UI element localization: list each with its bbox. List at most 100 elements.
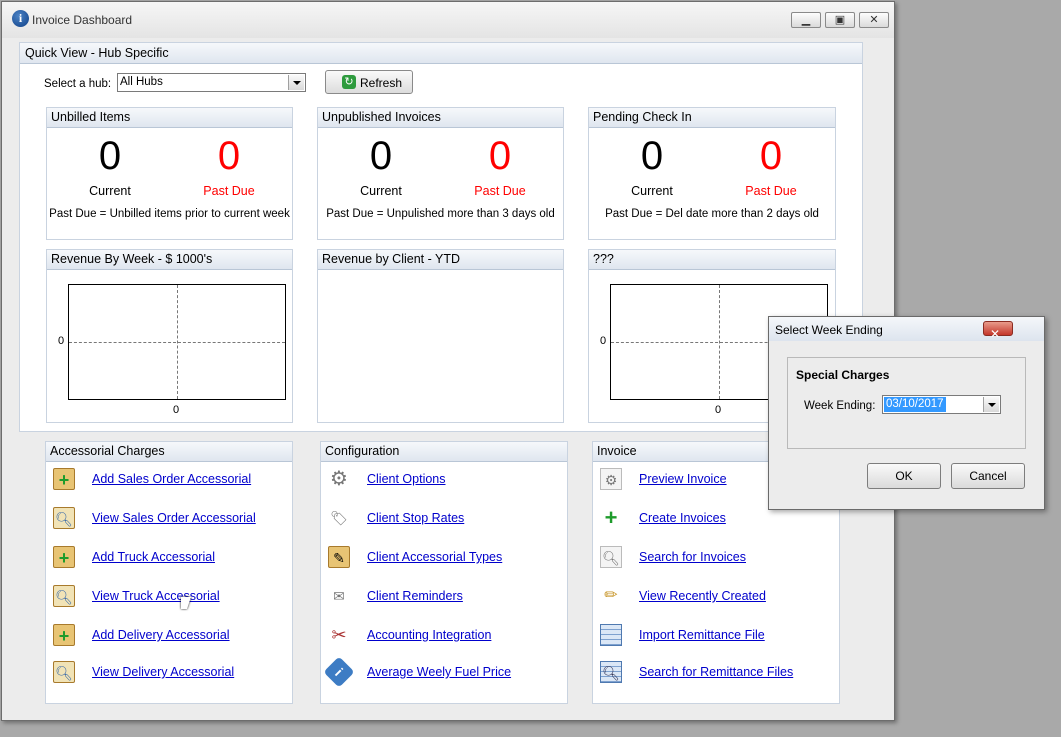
current-count: 0 — [369, 134, 393, 178]
invoice-link-recently-created[interactable]: ✏ View Recently Created — [593, 585, 839, 615]
x-tick-label: 0 — [715, 404, 722, 416]
pencil-icon: ✏ — [604, 587, 618, 604]
link-label[interactable]: View Truck Accessorial — [92, 589, 220, 603]
select-week-ending-dialog: Select Week Ending ✕ Special Charges Wee… — [768, 316, 1045, 510]
link-label[interactable]: Preview Invoice — [639, 472, 727, 486]
accessorial-link-view-truck[interactable]: 🔍︎ View Truck Accessorial — [46, 585, 292, 615]
stat-card-unbilled: Unbilled Items 0 0 Current Past Due Past… — [46, 107, 293, 240]
week-ending-value[interactable]: 03/10/2017 — [884, 397, 946, 412]
link-label[interactable]: Client Options — [367, 472, 446, 486]
chevron-down-icon — [988, 403, 996, 407]
config-link-accounting-integration[interactable]: ✂ Accounting Integration — [321, 624, 567, 654]
past-due-label: Past Due — [203, 184, 255, 198]
config-link-client-reminders[interactable]: ✉ Client Reminders — [321, 585, 567, 615]
y-tick-label: 0 — [58, 335, 65, 347]
link-label[interactable]: Add Delivery Accessorial — [92, 628, 230, 642]
accessorial-charges-title: Accessorial Charges — [50, 444, 165, 458]
invoice-link-search[interactable]: 🔍︎ Search for Invoices — [593, 546, 839, 576]
past-due-label: Past Due — [745, 184, 797, 198]
accessorial-link-add-truck[interactable]: + Add Truck Accessorial — [46, 546, 292, 576]
clipboard-edit-icon: ✎ — [328, 546, 350, 568]
configuration-title: Configuration — [325, 444, 400, 458]
clipboard-plus-icon: + — [53, 468, 75, 490]
link-label[interactable]: Search for Invoices — [639, 550, 746, 564]
link-label[interactable]: Accounting Integration — [367, 628, 491, 642]
ok-button[interactable]: OK — [867, 463, 941, 489]
current-label: Current — [631, 184, 673, 198]
stat-card-header: Pending Check In — [589, 108, 835, 128]
accessorial-link-add-delivery[interactable]: + Add Delivery Accessorial — [46, 624, 292, 654]
dialog-close-button[interactable]: ✕ — [983, 321, 1013, 341]
tools-icon: ✂ — [331, 625, 347, 645]
link-label[interactable]: Client Accessorial Types — [367, 550, 502, 564]
past-due-label: Past Due — [474, 184, 526, 198]
special-charges-group: Special Charges Week Ending: 03/10/2017 — [787, 357, 1026, 449]
accessorial-link-view-delivery[interactable]: 🔍︎ View Delivery Accessorial — [46, 661, 292, 691]
link-label[interactable]: Average Weely Fuel Price — [367, 665, 511, 679]
dialog-title-bar[interactable]: Select Week Ending ✕ — [769, 317, 1044, 341]
hub-select-arrow[interactable] — [288, 75, 304, 90]
group-title: Special Charges — [796, 368, 890, 382]
close-button[interactable]: ✕ — [859, 12, 889, 28]
quick-view-title: Quick View - Hub Specific — [25, 46, 169, 60]
quick-view-header: Quick View - Hub Specific — [20, 43, 862, 64]
stat-note: Past Due = Del date more than 2 days old — [605, 208, 819, 220]
accessorial-link-add-sales-order[interactable]: + Add Sales Order Accessorial — [46, 468, 292, 498]
y-zero-gridline — [69, 342, 285, 343]
info-icon: i — [323, 656, 355, 688]
table-icon — [600, 624, 622, 646]
cancel-button[interactable]: Cancel — [951, 463, 1025, 489]
stat-card-header: Unpublished Invoices — [318, 108, 563, 128]
week-ending-date-picker[interactable]: 03/10/2017 — [882, 395, 1001, 414]
link-label[interactable]: View Recently Created — [639, 589, 766, 603]
clipboard-plus-icon: + — [53, 624, 75, 646]
refresh-button[interactable]: ↻ Refresh — [325, 70, 413, 94]
window-title: Invoice Dashboard — [32, 13, 133, 27]
x-tick-label: 0 — [173, 404, 180, 416]
invoice-dashboard-window: i Invoice Dashboard ▁ ▣ ✕ Quick View - H… — [1, 1, 895, 721]
title-bar[interactable]: i Invoice Dashboard ▁ ▣ ✕ — [2, 2, 894, 38]
past-due-count: 0 — [217, 134, 241, 178]
stat-card-title: Unpublished Invoices — [322, 110, 441, 124]
clipboard-magnify-icon: 🔍︎ — [53, 661, 75, 683]
date-dropdown-button[interactable] — [983, 397, 999, 412]
plus-icon: + — [604, 505, 618, 530]
invoice-link-search-remittance[interactable]: 🔍︎ Search for Remittance Files — [593, 661, 839, 691]
config-link-client-accessorial-types[interactable]: ✎ Client Accessorial Types — [321, 546, 567, 576]
past-due-count: 0 — [488, 134, 512, 178]
refresh-icon: ↻ — [342, 75, 356, 89]
minimize-button[interactable]: ▁ — [791, 12, 821, 28]
link-label[interactable]: Add Sales Order Accessorial — [92, 472, 251, 486]
link-label[interactable]: View Sales Order Accessorial — [92, 511, 256, 525]
magnify-icon: 🔍︎ — [600, 546, 622, 568]
refresh-label: Refresh — [360, 76, 403, 90]
chart-title: ??? — [593, 252, 614, 266]
link-label[interactable]: Add Truck Accessorial — [92, 550, 215, 564]
clipboard-plus-icon: + — [53, 546, 75, 568]
gear-icon: ⚙ — [330, 468, 348, 490]
current-count: 0 — [640, 134, 664, 178]
invoice-link-import-remittance[interactable]: Import Remittance File — [593, 624, 839, 654]
stat-note: Past Due = Unbilled items prior to curre… — [49, 208, 290, 220]
hub-select[interactable]: All Hubs — [117, 73, 306, 92]
config-link-client-stop-rates[interactable]: 🏷︎ Client Stop Rates — [321, 507, 567, 537]
clipboard-magnify-icon: 🔍︎ — [53, 585, 75, 607]
invoice-title: Invoice — [597, 444, 637, 458]
current-count: 0 — [98, 134, 122, 178]
accessorial-link-view-sales-order[interactable]: 🔍︎ View Sales Order Accessorial — [46, 507, 292, 537]
preview-icon: ⚙ — [600, 468, 622, 490]
config-link-client-options[interactable]: ⚙ Client Options — [321, 468, 567, 498]
close-icon: ✕ — [869, 14, 879, 26]
link-label[interactable]: Search for Remittance Files — [639, 665, 793, 679]
config-link-average-fuel-price[interactable]: i Average Weely Fuel Price — [321, 656, 567, 691]
maximize-button[interactable]: ▣ — [825, 12, 855, 28]
mouse-cursor-icon — [181, 597, 191, 609]
link-label[interactable]: View Delivery Accessorial — [92, 665, 234, 679]
invoice-link-create[interactable]: + Create Invoices — [593, 507, 839, 537]
stat-card-unpublished: Unpublished Invoices 0 0 Current Past Du… — [317, 107, 564, 240]
link-label[interactable]: Import Remittance File — [639, 628, 765, 642]
link-label[interactable]: Create Invoices — [639, 511, 726, 525]
link-label[interactable]: Client Reminders — [367, 589, 463, 603]
link-label[interactable]: Client Stop Rates — [367, 511, 464, 525]
hub-label: Select a hub: — [44, 78, 112, 90]
